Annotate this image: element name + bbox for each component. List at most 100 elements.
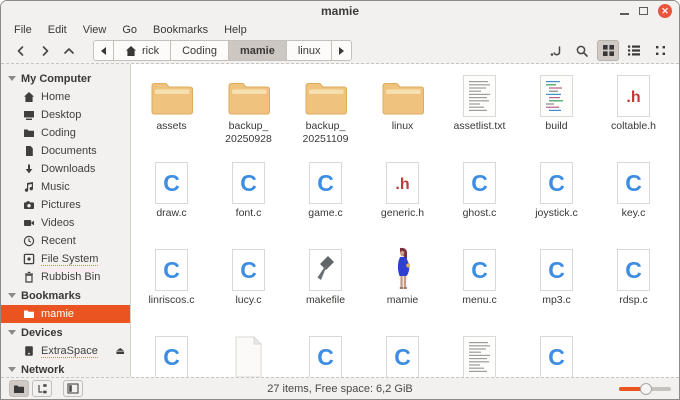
file-item-generic-h[interactable]: .h generic.h: [364, 156, 441, 243]
breadcrumb-label: Coding: [182, 44, 217, 57]
file-item-wrapper-c[interactable]: Cwrapper.c: [518, 330, 595, 377]
up-button[interactable]: [57, 41, 81, 61]
sidebar-item-label: Recent: [41, 235, 76, 247]
sidebar-item-pictures[interactable]: Pictures: [1, 196, 130, 214]
breadcrumb-coding[interactable]: Coding: [171, 41, 229, 60]
file-item-backup-20251109[interactable]: backup_​20251109: [287, 69, 364, 156]
file-item-mp3-c[interactable]: Cmp3.c: [518, 243, 595, 330]
file-item-mamie[interactable]: mamie: [364, 243, 441, 330]
text-file-icon: [463, 69, 496, 117]
forward-button[interactable]: [33, 41, 57, 61]
file-item-rdsp-c[interactable]: Crdsp.c: [595, 243, 672, 330]
file-label: linriscos.c: [148, 294, 195, 306]
file-item-version[interactable]: _​version: [441, 330, 518, 377]
minimize-icon[interactable]: [620, 13, 629, 15]
breadcrumb-scroll-left-icon[interactable]: [94, 41, 114, 60]
maximize-icon[interactable]: [639, 7, 648, 15]
eject-icon[interactable]: ⏏: [116, 346, 125, 357]
location-entry-icon[interactable]: [545, 40, 567, 61]
file-item-screen-c[interactable]: Cscreen.c: [133, 330, 210, 377]
menu-bookmarks[interactable]: Bookmarks: [145, 24, 216, 36]
file-item-assets[interactable]: assets: [133, 69, 210, 156]
sidebar-item-rubbish-bin[interactable]: Rubbish Bin: [1, 268, 130, 286]
breadcrumb-label: linux: [297, 44, 321, 57]
file-item-menu-c[interactable]: Cmenu.c: [441, 243, 518, 330]
file-item-joystick-c[interactable]: Cjoystick.c: [518, 156, 595, 243]
section-header-label: Devices: [21, 326, 63, 339]
download-icon: [22, 163, 35, 176]
breadcrumb-mamie[interactable]: mamie: [228, 41, 287, 60]
sidebar-item-label: Desktop: [41, 109, 82, 121]
sidebar-section-my-computer[interactable]: My Computer: [1, 69, 130, 88]
back-button[interactable]: [9, 41, 33, 61]
chevron-down-icon: [8, 330, 16, 335]
menu-help[interactable]: Help: [216, 24, 255, 36]
file-item-coltable-h[interactable]: .h coltable.h: [595, 69, 672, 156]
sidebar-section-devices[interactable]: Devices: [1, 323, 130, 342]
file-item-draw-c[interactable]: Cdraw.c: [133, 156, 210, 243]
file-label: linux: [391, 120, 414, 132]
sidebar-item-recent[interactable]: Recent: [1, 232, 130, 250]
search-icon[interactable]: [571, 40, 593, 61]
sidebar-section-bookmarks[interactable]: Bookmarks: [1, 286, 130, 305]
sidebar-item-file-system[interactable]: File System: [1, 250, 130, 268]
sidebar-item-extraspace[interactable]: ExtraSpace ⏏: [1, 342, 130, 360]
svg-text:.h: .h: [395, 176, 409, 193]
file-item-makefile[interactable]: makefile: [287, 243, 364, 330]
image-sprite-icon: [392, 243, 414, 291]
svg-text:C: C: [548, 170, 565, 196]
sidebar-item-mamie[interactable]: mamie: [1, 305, 130, 323]
file-item-linux[interactable]: linux: [364, 69, 441, 156]
compact-view-icon[interactable]: [649, 40, 671, 61]
breadcrumb-scroll-right-icon[interactable]: [332, 41, 352, 60]
file-item-build[interactable]: build: [518, 69, 595, 156]
sidebar-item-documents[interactable]: Documents: [1, 142, 130, 160]
file-item-key-c[interactable]: Ckey.c: [595, 156, 672, 243]
grid-view-icon[interactable]: [597, 40, 619, 61]
breadcrumb-linux[interactable]: linux: [286, 41, 333, 60]
document-icon: [22, 145, 35, 158]
file-label: menu.c: [462, 294, 497, 306]
sidebar-item-music[interactable]: Music: [1, 178, 130, 196]
breadcrumb-rick[interactable]: rick: [114, 41, 172, 60]
sidebar-item-home[interactable]: Home: [1, 88, 130, 106]
close-icon[interactable]: ✕: [658, 4, 672, 18]
svg-text:C: C: [317, 170, 334, 196]
code-file-icon: [540, 69, 573, 117]
file-item-ghost-c[interactable]: Cghost.c: [441, 156, 518, 243]
header-file-icon: .h: [386, 156, 419, 204]
file-item-backup-20250928[interactable]: backup_​20250928: [210, 69, 287, 156]
menu-view[interactable]: View: [75, 24, 115, 36]
svg-text:C: C: [548, 344, 565, 370]
section-header-label: My Computer: [21, 72, 92, 85]
file-label: assets: [156, 120, 187, 132]
sidebar-section-network[interactable]: Network: [1, 360, 130, 377]
file-item-sprite-c[interactable]: Csprite.c: [364, 330, 441, 377]
home-icon: [22, 91, 35, 104]
file-item-spider-c[interactable]: Cspider.c: [287, 330, 364, 377]
menu-edit[interactable]: Edit: [40, 24, 75, 36]
folder-icon: [303, 69, 349, 117]
sidebar-item-desktop[interactable]: Desktop: [1, 106, 130, 124]
window-controls: ✕: [620, 4, 679, 18]
blank-file-icon: [232, 330, 265, 377]
menu-file[interactable]: File: [6, 24, 40, 36]
sidebar-item-coding[interactable]: Coding: [1, 124, 130, 142]
file-item-lucy-c[interactable]: Clucy.c: [210, 243, 287, 330]
list-view-icon[interactable]: [623, 40, 645, 61]
svg-text:C: C: [163, 344, 180, 370]
sidebar-item-downloads[interactable]: Downloads: [1, 160, 130, 178]
file-label: makefile: [305, 294, 346, 306]
file-item-screen-h[interactable]: screen.h: [210, 330, 287, 377]
sidebar-item-videos[interactable]: Videos: [1, 214, 130, 232]
file-item-font-c[interactable]: Cfont.c: [210, 156, 287, 243]
file-item-assetlist-txt[interactable]: assetlist.txt: [441, 69, 518, 156]
file-item-linriscos-c[interactable]: Clinriscos.c: [133, 243, 210, 330]
zoom-slider-handle[interactable]: [640, 382, 653, 395]
c-source-icon: C: [540, 330, 573, 377]
file-item-game-c[interactable]: Cgame.c: [287, 156, 364, 243]
zoom-slider-track[interactable]: [619, 382, 671, 395]
menu-go[interactable]: Go: [114, 24, 145, 36]
zoom-slider[interactable]: [619, 378, 671, 399]
c-source-icon: C: [617, 243, 650, 291]
